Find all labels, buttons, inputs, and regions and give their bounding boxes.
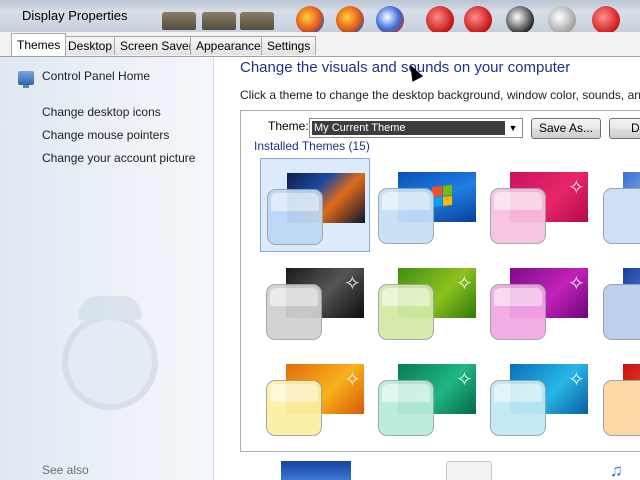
theme-thumbnail-partial[interactable] [603, 188, 640, 244]
theme-thumbnail[interactable] [372, 158, 482, 252]
taskbar-background [140, 2, 640, 32]
theme-glass-color-swatch [490, 188, 546, 244]
theme-thumbnail[interactable] [260, 158, 370, 252]
light-flare-icon: ✧ [456, 273, 473, 295]
chevron-down-icon[interactable]: ▼ [506, 121, 520, 135]
theme-glass-color-swatch [266, 284, 322, 340]
change-desktop-icons-link[interactable]: Change desktop icons [42, 105, 161, 119]
theme-dropdown-value: My Current Theme [312, 121, 505, 135]
theme-thumbnail[interactable]: ✧ [260, 254, 370, 348]
installed-themes-heading: Installed Themes (15) [254, 139, 370, 153]
tab-screen-saver[interactable]: Screen Saver [114, 36, 199, 55]
delete-button[interactable]: D [609, 118, 640, 139]
light-flare-icon: ✧ [456, 369, 473, 391]
theme-dropdown[interactable]: My Current Theme ▼ [309, 118, 523, 138]
light-flare-icon: ✧ [568, 273, 585, 295]
theme-glass-color-swatch [378, 380, 434, 436]
tab-appearance[interactable]: Appearance [190, 36, 267, 55]
save-as-button[interactable]: Save As... [531, 118, 601, 139]
light-flare-icon: ✧ [344, 369, 361, 391]
title-bar: Display Properties [0, 0, 640, 32]
firefox-icon [336, 6, 364, 32]
desktop-background-preview[interactable] [281, 461, 351, 480]
theme-glass-color-swatch [266, 380, 322, 436]
theme-thumbnail-partial[interactable] [603, 284, 640, 340]
app-icon [548, 6, 576, 32]
theme-glass-color-swatch [378, 284, 434, 340]
page-description: Click a theme to change the desktop back… [240, 88, 640, 102]
theme-glass-color-swatch [267, 189, 323, 245]
folder-icon [202, 12, 236, 30]
app-icon [464, 6, 492, 32]
light-flare-icon: ✧ [568, 369, 585, 391]
change-mouse-pointers-link[interactable]: Change mouse pointers [42, 128, 169, 142]
folder-icon [240, 12, 274, 30]
theme-thumbnail-partial[interactable] [603, 380, 640, 436]
control-panel-icon [18, 71, 34, 88]
theme-glass-color-swatch [378, 188, 434, 244]
shirt-icon [506, 6, 534, 32]
tab-desktop[interactable]: Desktop [62, 36, 119, 55]
theme-thumbnail[interactable]: ✧ [484, 350, 594, 444]
theme-label: Theme: [268, 119, 309, 133]
tab-settings[interactable]: Settings [261, 36, 317, 55]
app-icon [426, 6, 454, 32]
theme-thumbnail[interactable]: ✧ [372, 350, 482, 444]
folder-icon [162, 12, 196, 30]
crown-shape [78, 296, 142, 320]
theme-glass-color-swatch [490, 284, 546, 340]
window-title: Display Properties [22, 8, 128, 23]
sounds-icon[interactable]: ♫ [610, 461, 640, 480]
tab-themes[interactable]: Themes [11, 33, 67, 56]
control-panel-home-link[interactable]: Control Panel Home [42, 69, 150, 83]
left-pane [0, 57, 214, 480]
theme-thumbnail[interactable]: ✧ [260, 350, 370, 444]
windows-logo-icon [432, 184, 452, 208]
light-flare-icon: ✧ [568, 177, 585, 199]
window-color-preview[interactable] [446, 461, 492, 480]
change-account-picture-link[interactable]: Change your account picture [42, 151, 195, 165]
theme-thumbnail[interactable]: ✧ [372, 254, 482, 348]
club-crest-watermark [62, 296, 158, 410]
app-icon [592, 6, 620, 32]
theme-glass-color-swatch [490, 380, 546, 436]
theme-thumbnail[interactable]: ✧ [484, 158, 594, 252]
see-also-heading: See also [42, 463, 89, 477]
browser-icon [376, 6, 404, 32]
light-flare-icon: ✧ [344, 273, 361, 295]
firefox-icon [296, 6, 324, 32]
theme-thumbnail[interactable]: ✧ [484, 254, 594, 348]
tab-strip: Themes Desktop Screen Saver Appearance S… [0, 32, 640, 57]
